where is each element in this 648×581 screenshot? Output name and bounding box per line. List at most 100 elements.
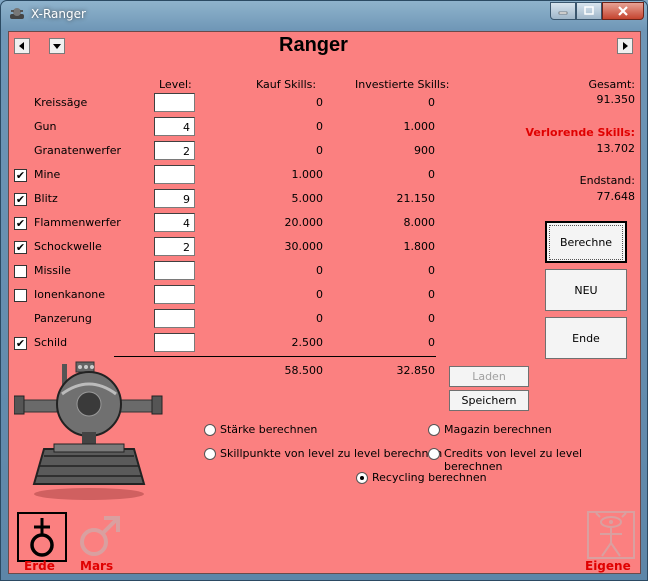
eigene-button[interactable] <box>586 510 636 560</box>
skill-name: Gun <box>34 120 57 133</box>
skill-level-input[interactable]: 9 <box>154 189 195 208</box>
eigene-label: Eigene <box>585 559 631 573</box>
skill-level-input[interactable] <box>154 93 195 112</box>
endstand-label: Endstand: <box>579 174 635 187</box>
skill-level-input[interactable]: 2 <box>154 141 195 160</box>
erde-label: Erde <box>24 559 55 573</box>
neu-button[interactable]: NEU <box>545 269 627 311</box>
mars-symbol-icon <box>80 516 120 556</box>
magazin-radio[interactable] <box>428 424 440 436</box>
investierte-skills-value: 0 <box>428 96 435 109</box>
investierte-skills-value: 0 <box>428 264 435 277</box>
investierte-skills-value: 1.000 <box>403 120 436 133</box>
credits-radio[interactable] <box>428 448 440 460</box>
title-bar[interactable]: X-Ranger <box>1 1 647 27</box>
maximize-button[interactable] <box>576 2 602 20</box>
earth-symbol-icon <box>30 518 54 557</box>
ende-button[interactable]: Ende <box>545 317 627 359</box>
ranger-robot-image <box>14 361 163 500</box>
mars-button[interactable] <box>74 512 124 562</box>
skill-name: Granatenwerfer <box>34 144 122 157</box>
minimize-icon <box>558 11 568 15</box>
kauf-skills-value: 0 <box>316 96 323 109</box>
skill-level-input[interactable] <box>154 309 195 328</box>
ranger-app-icon <box>9 7 25 21</box>
gesamt-label: Gesamt: <box>588 78 636 91</box>
kauf-skills-value: 0 <box>316 144 323 157</box>
close-icon <box>618 6 628 16</box>
speichern-button[interactable]: Speichern <box>449 390 529 411</box>
mars-label: Mars <box>80 559 114 573</box>
skill-name: Missile <box>34 264 71 277</box>
skill-level-input[interactable]: 4 <box>154 213 195 232</box>
erde-button[interactable] <box>17 512 67 562</box>
skill-level-input[interactable]: 2 <box>154 237 195 256</box>
investierte-skills-value: 0 <box>428 168 435 181</box>
berechne-button[interactable]: Berechne <box>545 221 627 263</box>
page-title: Ranger <box>279 34 348 56</box>
kauf-skills-value: 0 <box>316 312 323 325</box>
investierte-skills-value: 0 <box>428 312 435 325</box>
skill-checkbox[interactable] <box>14 265 27 278</box>
window-title: X-Ranger <box>31 7 86 21</box>
skillpunkte-radio[interactable] <box>204 448 216 460</box>
skill-name: Schockwelle <box>34 240 102 253</box>
maximize-icon <box>584 6 594 15</box>
skill-level-input[interactable] <box>154 261 195 280</box>
close-button[interactable] <box>602 2 644 20</box>
kauf-skills-value: 0 <box>316 264 323 277</box>
kauf-skills-value: 20.000 <box>284 216 324 229</box>
skill-checkbox[interactable] <box>14 289 27 302</box>
kauf-skills-header: Kauf Skills: <box>256 78 317 91</box>
skill-name: Panzerung <box>34 312 92 325</box>
skill-name: Kreissäge <box>34 96 88 109</box>
laden-button[interactable]: Laden <box>449 366 529 387</box>
main-panel: Ranger Level: Kauf Skills: Investierte S… <box>8 31 641 574</box>
investierte-skills-value: 900 <box>414 144 435 157</box>
skill-name: Blitz <box>34 192 58 205</box>
endstand-value: 77.648 <box>596 190 636 203</box>
investierte-skills-value: 0 <box>428 288 435 301</box>
skill-name: Flammenwerfer <box>34 216 121 229</box>
level-header: Level: <box>159 78 192 91</box>
skillpunkte-label[interactable]: Skillpunkte von level zu level berechnen <box>220 447 442 460</box>
kauf-skills-value: 30.000 <box>284 240 324 253</box>
investierte-skills-value: 0 <box>428 336 435 349</box>
dropdown-button[interactable] <box>49 38 65 54</box>
investierte-skills-value: 1.800 <box>403 240 436 253</box>
investierte-skills-value: 21.150 <box>396 192 436 205</box>
skill-checkbox[interactable]: ✔ <box>14 241 27 254</box>
skill-name: Mine <box>34 168 61 181</box>
recycling-radio[interactable] <box>356 472 368 484</box>
magazin-label[interactable]: Magazin berechnen <box>444 423 552 436</box>
prev-button[interactable] <box>14 38 30 54</box>
investierte-skills-header: Investierte Skills: <box>355 78 450 91</box>
skill-level-input[interactable] <box>154 165 195 184</box>
app-window: X-Ranger Ranger Level: Kauf Skills: Inve… <box>0 0 648 581</box>
kauf-skills-value: 5.000 <box>291 192 324 205</box>
investierte-skills-value: 8.000 <box>403 216 436 229</box>
credits-label[interactable]: Credits von level zu level berechnen <box>444 447 640 473</box>
gesamt-value: 91.350 <box>596 93 636 106</box>
minimize-button[interactable] <box>550 2 576 20</box>
total-kauf: 58.500 <box>284 364 324 377</box>
kauf-skills-value: 0 <box>316 120 323 133</box>
berechne-label: Berechne <box>548 224 624 260</box>
next-button[interactable] <box>617 38 633 54</box>
skill-name: Ionenkanone <box>34 288 106 301</box>
total-invest: 32.850 <box>396 364 436 377</box>
skill-level-input[interactable] <box>154 285 195 304</box>
kauf-skills-value: 0 <box>316 288 323 301</box>
chevron-down-icon <box>53 44 61 49</box>
skill-checkbox[interactable]: ✔ <box>14 169 27 182</box>
skill-checkbox[interactable]: ✔ <box>14 193 27 206</box>
skill-level-input[interactable]: 4 <box>154 117 195 136</box>
skill-checkbox[interactable]: ✔ <box>14 217 27 230</box>
staerke-radio[interactable] <box>204 424 216 436</box>
kauf-skills-value: 2.500 <box>291 336 324 349</box>
eigene-symbol-icon <box>587 511 635 559</box>
verlorene-skills-value: 13.702 <box>596 142 636 155</box>
arrow-left-icon <box>19 42 24 50</box>
kauf-skills-value: 1.000 <box>291 168 324 181</box>
staerke-label[interactable]: Stärke berechnen <box>220 423 317 436</box>
